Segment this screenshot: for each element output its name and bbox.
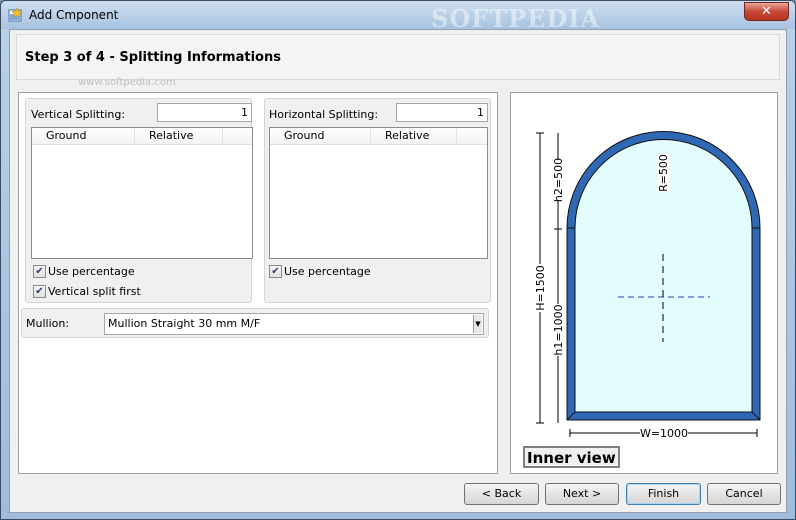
finish-button[interactable]: Finish	[626, 483, 701, 505]
dim-r-label: R=500	[657, 154, 670, 192]
mullion-label: Mullion:	[26, 317, 70, 330]
mullion-select-value: Mullion Straight 30 mm M/F	[108, 317, 261, 330]
inner-view-label[interactable]: Inner view	[523, 446, 620, 468]
app-icon	[8, 8, 23, 22]
horizontal-use-percentage-label: Use percentage	[284, 265, 371, 278]
vertical-use-percentage-checkbox[interactable]: ✔	[33, 265, 46, 278]
window-drawing: H=1500 h1=1000 h2=500 R=500 W=1000	[534, 131, 761, 440]
softpedia-url-watermark: www.softpedia.com	[78, 77, 176, 88]
dim-h2-label: h2=500	[552, 158, 565, 202]
horizontal-list-header: Ground Relative	[270, 128, 487, 145]
wizard-header: Step 3 of 4 - Splitting Informations www…	[16, 34, 780, 88]
vertical-split-first-checkbox[interactable]: ✔	[33, 285, 46, 298]
horizontal-splitting-group: Horizontal Splitting: 1 Ground Relative …	[264, 98, 491, 303]
mullion-group: Mullion: Mullion Straight 30 mm M/F ▼	[21, 308, 489, 338]
step-title: Step 3 of 4 - Splitting Informations	[25, 50, 281, 65]
horizontal-col-ground[interactable]: Ground	[284, 129, 324, 142]
vertical-split-list[interactable]: Ground Relative	[31, 127, 253, 259]
title-bar[interactable]: Add Cmponent SOFTPEDIA ✕	[1, 1, 795, 33]
horizontal-splitting-label: Horizontal Splitting:	[269, 108, 379, 121]
horizontal-col-relative[interactable]: Relative	[385, 129, 429, 142]
vertical-splitting-label: Vertical Splitting:	[31, 108, 126, 121]
vertical-split-first-label: Vertical split first	[48, 285, 141, 298]
cancel-button[interactable]: Cancel	[707, 483, 781, 505]
close-icon: ✕	[761, 4, 772, 19]
vertical-col-ground[interactable]: Ground	[46, 129, 86, 142]
dropdown-arrow-icon[interactable]: ▼	[473, 315, 482, 333]
splitting-panel: Vertical Splitting: 1 Ground Relative ✔ …	[18, 92, 498, 474]
horizontal-split-list[interactable]: Ground Relative	[269, 127, 488, 259]
window-title: Add Cmponent	[29, 8, 119, 22]
dim-w-label: W=1000	[640, 427, 688, 440]
mullion-select[interactable]: Mullion Straight 30 mm M/F ▼	[104, 313, 484, 335]
vertical-use-percentage-label: Use percentage	[48, 265, 135, 278]
vertical-splitting-input[interactable]: 1	[157, 103, 252, 122]
dim-H-label: H=1500	[534, 265, 547, 310]
dim-h1-label: h1=1000	[552, 304, 565, 355]
add-component-window: Add Cmponent SOFTPEDIA ✕ Step 3 of 4 - S…	[0, 0, 796, 520]
close-button[interactable]: ✕	[744, 2, 789, 21]
horizontal-splitting-input[interactable]: 1	[396, 103, 488, 122]
preview-panel: H=1500 h1=1000 h2=500 R=500 W=1000 Inner…	[510, 92, 778, 474]
vertical-col-relative[interactable]: Relative	[149, 129, 193, 142]
back-button[interactable]: < Back	[464, 483, 539, 505]
horizontal-use-percentage-checkbox[interactable]: ✔	[269, 265, 282, 278]
next-button[interactable]: Next >	[545, 483, 619, 505]
vertical-list-header: Ground Relative	[32, 128, 252, 145]
wizard-client-area: Step 3 of 4 - Splitting Informations www…	[9, 29, 787, 513]
vertical-splitting-group: Vertical Splitting: 1 Ground Relative ✔ …	[25, 98, 253, 303]
